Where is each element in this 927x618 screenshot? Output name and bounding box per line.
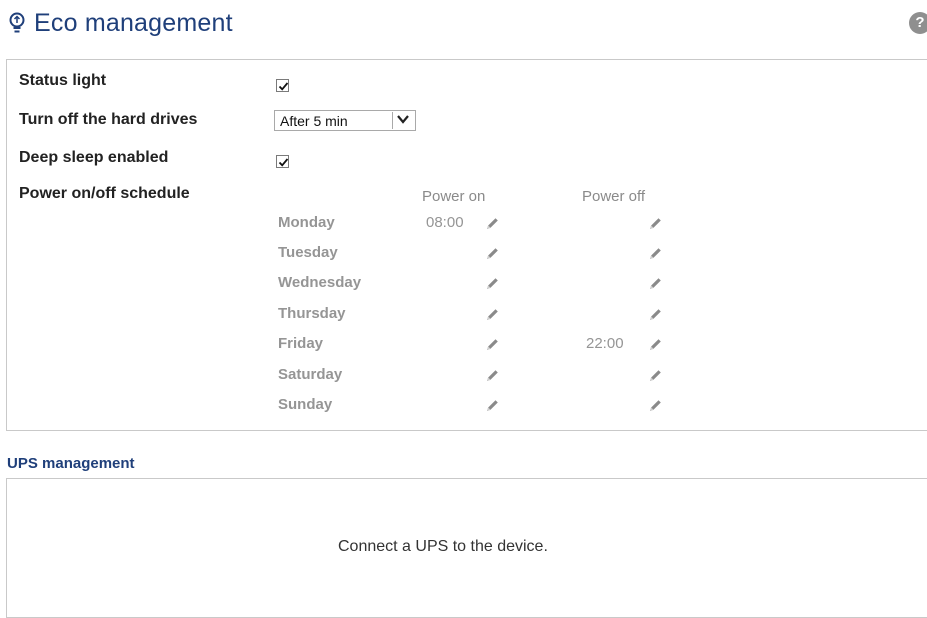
- edit-pencil-icon[interactable]: [647, 368, 663, 384]
- lightbulb-icon: [9, 12, 25, 33]
- help-icon[interactable]: ?: [909, 12, 927, 34]
- day-label: Monday: [278, 214, 335, 231]
- edit-pencil-icon[interactable]: [484, 337, 500, 353]
- edit-pencil-icon[interactable]: [484, 276, 500, 292]
- day-label: Tuesday: [278, 244, 338, 261]
- checkmark-icon: [278, 82, 289, 91]
- edit-pencil-icon[interactable]: [484, 307, 500, 323]
- ups-message: Connect a UPS to the device.: [338, 538, 548, 555]
- select-value: After 5 min: [280, 113, 348, 129]
- edit-pencil-icon[interactable]: [647, 276, 663, 292]
- edit-pencil-icon[interactable]: [484, 368, 500, 384]
- checkmark-icon: [278, 158, 289, 167]
- page-title: Eco management: [34, 8, 233, 37]
- day-label: Friday: [278, 335, 324, 352]
- status-light-label: Status light: [19, 72, 107, 89]
- edit-pencil-icon[interactable]: [647, 307, 663, 323]
- day-label: Thursday: [278, 305, 346, 322]
- power-off-column-header: Power off: [582, 188, 646, 205]
- power-schedule-label: Power on/off schedule: [19, 185, 190, 202]
- edit-pencil-icon[interactable]: [647, 398, 663, 414]
- day-label: Wednesday: [278, 274, 362, 291]
- page-header: Eco management: [8, 6, 233, 40]
- power-off-time: 22:00: [586, 335, 624, 352]
- edit-pencil-icon[interactable]: [484, 246, 500, 262]
- status-light-checkbox[interactable]: [276, 79, 289, 92]
- day-label: Saturday: [278, 366, 343, 383]
- edit-pencil-icon[interactable]: [647, 337, 663, 353]
- edit-pencil-icon[interactable]: [484, 398, 500, 414]
- power-on-column-header: Power on: [422, 188, 486, 205]
- edit-pencil-icon[interactable]: [647, 216, 663, 232]
- chevron-down-icon: [392, 112, 414, 129]
- deep-sleep-label: Deep sleep enabled: [19, 149, 169, 166]
- power-on-time: 08:00: [426, 214, 464, 231]
- edit-pencil-icon[interactable]: [647, 246, 663, 262]
- edit-pencil-icon[interactable]: [484, 216, 500, 232]
- turn-off-hard-drives-select[interactable]: After 5 min: [274, 110, 416, 131]
- ups-section-title: UPS management: [7, 455, 135, 472]
- day-label: Sunday: [278, 396, 333, 413]
- deep-sleep-checkbox[interactable]: [276, 155, 289, 168]
- turn-off-hard-drives-label: Turn off the hard drives: [19, 111, 198, 128]
